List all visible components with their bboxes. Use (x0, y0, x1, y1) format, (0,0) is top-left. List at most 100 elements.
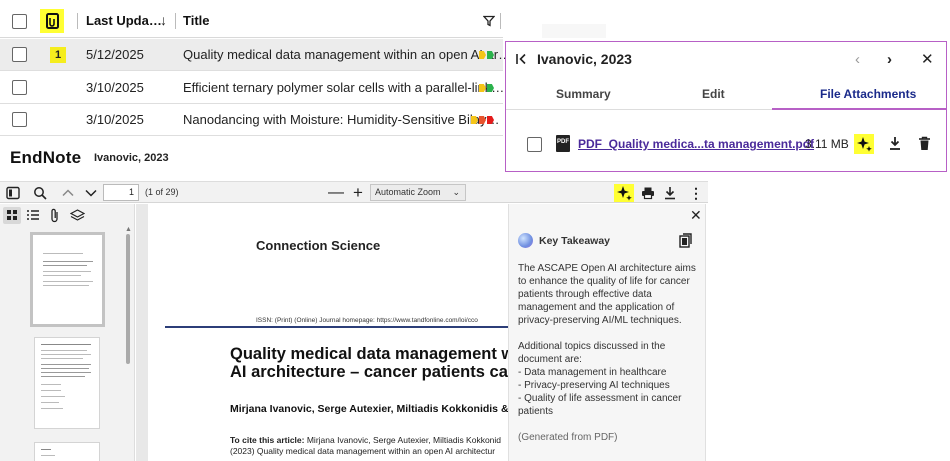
last-updated-header[interactable]: Last Upda… (86, 13, 162, 28)
file-name-link[interactable]: PDF_Quality medica...ta management.pdf (578, 137, 814, 151)
cite-text: Mirjana Ivanovic, Serge Autexier, Miltia… (304, 435, 502, 445)
file-size: 3.11 MB (805, 137, 849, 151)
zoom-select[interactable]: Automatic Zoom ⌄ (370, 184, 466, 201)
row-checkbox[interactable] (12, 112, 27, 127)
print-icon[interactable] (639, 184, 657, 202)
pdf-toolbar: 1 (1 of 29) — + Automatic Zoom ⌄ ⋮ (0, 181, 708, 203)
page-count: (1 of 29) (145, 187, 179, 197)
trash-icon[interactable] (918, 136, 931, 154)
pdf-sidebar: ▲ (0, 204, 135, 461)
takeaway-body: The ASCAPE Open AI architecture aims to … (518, 262, 696, 444)
page-thumbnail[interactable] (30, 232, 105, 327)
table-row[interactable]: 3/10/2025 Efficient ternary polymer sola… (0, 72, 505, 104)
ai-assistant-icon (518, 233, 533, 248)
row-title: Efficient ternary polymer solar cells wi… (183, 80, 505, 95)
document-reference: Ivanovic, 2023 (94, 152, 169, 164)
tag-marker (487, 84, 494, 92)
table-row[interactable]: 3/10/2025 Nanodancing with Moisture: Hum… (0, 104, 503, 136)
toggle-sidebar-icon[interactable] (4, 184, 22, 202)
background-fragment (542, 24, 606, 38)
issn-line: ISSN: (Print) (Online) Journal homepage:… (256, 317, 478, 324)
citation-line2: (2023) Quality medical data management w… (230, 446, 496, 456)
page-thumbnail[interactable] (34, 442, 100, 461)
pdf-file-icon: PDF (556, 135, 570, 152)
column-separator (175, 13, 176, 29)
pdf-viewer-background (136, 204, 148, 461)
previous-page-icon[interactable] (59, 184, 77, 202)
article-authors: Mirjana Ivanovic, Serge Autexier, Miltia… (230, 403, 508, 415)
copy-icon[interactable] (679, 233, 693, 251)
pdf-page: Connection Science ISSN: (Print) (Online… (148, 204, 508, 461)
file-checkbox[interactable] (527, 137, 542, 152)
thumbnails-view-icon[interactable] (3, 207, 21, 224)
attachments-view-icon[interactable] (49, 208, 61, 226)
row-tags (479, 84, 495, 92)
takeaway-footer: (Generated from PDF) (518, 432, 618, 443)
column-separator (77, 13, 78, 29)
close-icon[interactable]: ✕ (921, 50, 934, 68)
sort-descending-icon[interactable]: ↓ (160, 12, 167, 28)
tag-marker (479, 84, 486, 92)
next-page-icon[interactable] (82, 184, 100, 202)
tag-marker (487, 116, 494, 124)
previous-reference-icon[interactable]: ‹ (855, 51, 860, 68)
active-tab-indicator (772, 108, 946, 110)
page-thumbnail[interactable] (34, 337, 100, 429)
cite-label: To cite this article: (230, 435, 305, 445)
tag-marker (487, 51, 494, 59)
article-title-line1: Quality medical data management wit (230, 345, 508, 363)
ai-sparkle-icon[interactable] (614, 184, 634, 202)
article-title-line2: AI architecture – cancer patients case (230, 363, 508, 381)
filter-icon[interactable] (482, 15, 496, 30)
row-checkbox[interactable] (12, 80, 27, 95)
tab-summary[interactable]: Summary (556, 87, 611, 101)
layers-view-icon[interactable] (69, 208, 86, 226)
row-date: 5/12/2025 (86, 47, 144, 62)
tab-edit[interactable]: Edit (702, 87, 725, 101)
row-tags (479, 51, 495, 59)
select-all-checkbox[interactable] (12, 14, 27, 29)
sidebar-scrollbar[interactable] (126, 234, 130, 364)
ai-sparkle-icon[interactable] (854, 134, 874, 154)
row-checkbox[interactable] (12, 47, 27, 62)
takeaway-topic: - Quality of life assessment in cancer p… (518, 393, 682, 417)
header-rule (165, 326, 508, 328)
title-header[interactable]: Title (183, 13, 210, 28)
outline-view-icon[interactable] (26, 209, 40, 225)
next-reference-icon[interactable]: › (887, 51, 892, 68)
citation-line1: To cite this article: Mirjana Ivanovic, … (230, 435, 501, 445)
takeaway-topic: - Privacy-preserving AI techniques (518, 380, 670, 391)
tab-file-attachments[interactable]: File Attachments (820, 87, 916, 101)
scroll-up-arrow[interactable]: ▲ (125, 226, 132, 233)
row-title: Quality medical data management within a… (183, 47, 512, 62)
zoom-out-icon[interactable]: — (327, 184, 345, 202)
panel-title: Ivanovic, 2023 (537, 51, 632, 67)
takeaway-summary: The ASCAPE Open AI architecture aims to … (518, 263, 696, 326)
column-separator (500, 13, 501, 29)
download-icon[interactable] (661, 184, 679, 202)
table-row[interactable]: 1 5/12/2025 Quality medical data managem… (0, 39, 511, 71)
journal-name: Connection Science (256, 238, 381, 253)
page-number-input[interactable]: 1 (103, 184, 139, 201)
close-icon[interactable]: ✕ (690, 207, 702, 224)
chevron-down-icon: ⌄ (452, 187, 460, 197)
row-date: 3/10/2025 (86, 112, 144, 127)
row-tags (471, 116, 495, 124)
takeaway-topic: - Data management in healthcare (518, 367, 667, 378)
reference-table: Last Upda… ↓ Title 1 5/12/2025 Quality m… (0, 0, 511, 137)
attachment-count-badge: 1 (50, 47, 66, 63)
zoom-in-icon[interactable]: + (349, 183, 367, 202)
zoom-select-value: Automatic Zoom (375, 187, 441, 197)
row-date: 3/10/2025 (86, 80, 144, 95)
tag-marker (479, 116, 486, 124)
attachment-column-header[interactable] (40, 9, 64, 33)
tag-marker (479, 51, 486, 59)
download-icon[interactable] (888, 136, 902, 154)
takeaway-topics-intro: Additional topics discussed in the docum… (518, 341, 666, 365)
search-icon[interactable] (31, 184, 49, 202)
table-header: Last Upda… ↓ Title (0, 4, 503, 38)
endnote-logo: EndNote (10, 148, 82, 167)
more-options-icon[interactable]: ⋮ (687, 184, 705, 202)
paperclip-document-icon (46, 13, 59, 29)
collapse-panel-icon[interactable] (515, 52, 529, 69)
